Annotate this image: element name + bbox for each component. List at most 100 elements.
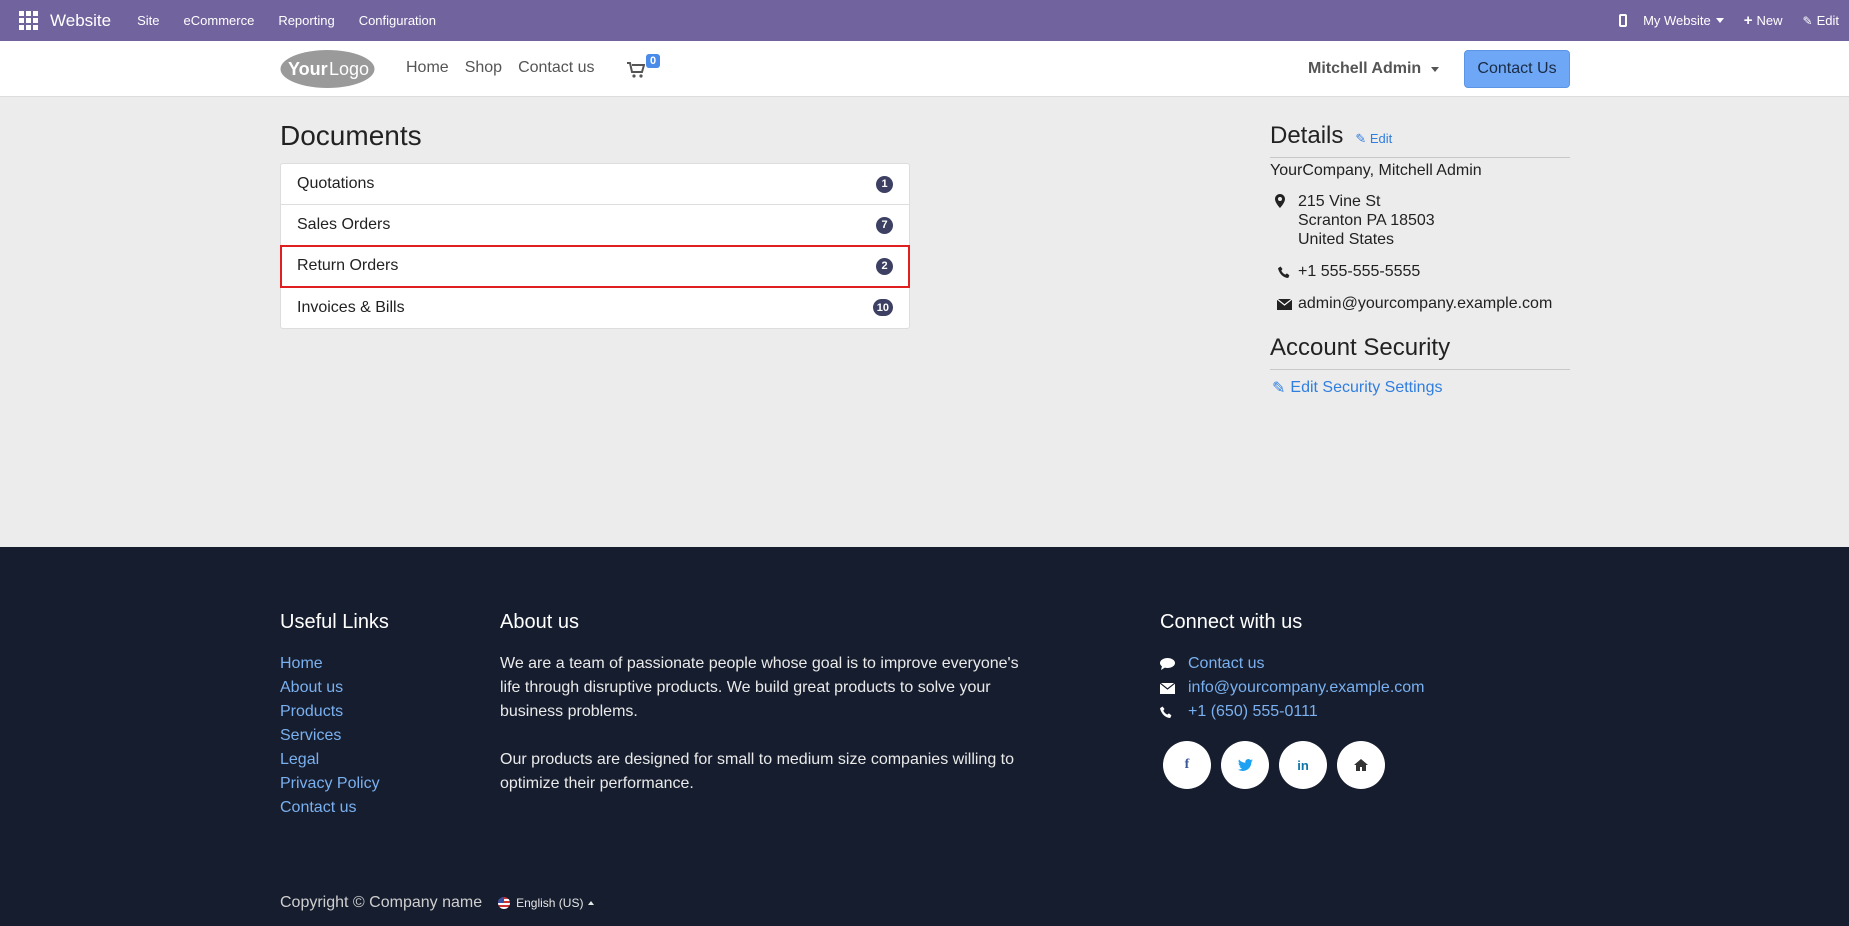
email-value: admin@yourcompany.example.com	[1298, 295, 1553, 312]
about-us-text: We are a team of passionate people whose…	[500, 652, 1030, 820]
mobile-preview-button[interactable]	[1619, 14, 1639, 27]
doc-item-invoices-bills[interactable]: Invoices & Bills 10	[281, 287, 909, 328]
footer-link-contact[interactable]: Contact us	[280, 796, 380, 820]
new-label: New	[1756, 13, 1783, 28]
about-paragraph: We are a team of passionate people whose…	[500, 655, 1019, 720]
details-heading: Details	[1270, 122, 1344, 149]
details-address: 215 Vine St Scranton PA 18503 United Sta…	[1298, 192, 1435, 249]
site-footer: Useful Links Home About us Products Serv…	[0, 547, 1849, 926]
useful-links-list: Home About us Products Services Legal Pr…	[280, 652, 380, 820]
cart-count-badge: 0	[646, 54, 661, 68]
user-menu[interactable]: Mitchell Admin	[1308, 60, 1440, 78]
phone-icon	[1160, 706, 1188, 719]
footer-link-about[interactable]: About us	[280, 676, 380, 700]
doc-item-sales-orders[interactable]: Sales Orders 7	[281, 205, 909, 246]
us-flag-icon	[498, 897, 511, 909]
details-edit-label: Edit	[1369, 131, 1393, 146]
website-selector[interactable]: My Website	[1643, 13, 1724, 28]
chevron-up-icon	[588, 901, 595, 905]
language-label: English (US)	[516, 896, 584, 910]
linkedin-button[interactable]: in	[1279, 741, 1327, 789]
twitter-button[interactable]	[1221, 741, 1269, 789]
connect-email-link[interactable]: info@yourcompany.example.com	[1160, 676, 1425, 700]
footer-link-privacy[interactable]: Privacy Policy	[280, 772, 380, 796]
admin-bar: Website Site eCommerce Reporting Configu…	[0, 0, 1849, 41]
details-title: Details ✎ Edit	[1270, 122, 1392, 150]
connect-contact-label: Contact us	[1188, 655, 1265, 672]
details-email: admin@yourcompany.example.com	[1270, 295, 1552, 313]
doc-item-label: Invoices & Bills	[297, 298, 405, 316]
details-divider	[1270, 157, 1570, 158]
doc-count-badge: 2	[876, 257, 893, 275]
menu-configuration[interactable]: Configuration	[359, 13, 436, 28]
new-button[interactable]: + New	[1744, 12, 1783, 29]
doc-count-badge: 7	[876, 216, 893, 234]
envelope-icon	[1270, 298, 1298, 310]
linkedin-icon: in	[1297, 757, 1309, 773]
useful-links-title: Useful Links	[280, 611, 389, 633]
home-button[interactable]	[1337, 741, 1385, 789]
comment-icon	[1160, 658, 1188, 670]
footer-link-home[interactable]: Home	[280, 652, 380, 676]
plus-icon: +	[1743, 12, 1753, 29]
connect-contact-link[interactable]: Contact us	[1160, 652, 1425, 676]
copyright-text: Copyright © Company name	[280, 894, 483, 911]
twitter-icon	[1237, 759, 1253, 771]
doc-item-quotations[interactable]: Quotations 1	[281, 164, 909, 205]
facebook-button[interactable]: f	[1163, 741, 1211, 789]
facebook-icon: f	[1184, 757, 1190, 772]
connect-phone-label: +1 (650) 555-0111	[1188, 703, 1318, 720]
language-selector[interactable]: English (US)	[498, 896, 595, 910]
edit-label: Edit	[1816, 13, 1839, 28]
chevron-down-icon	[1431, 66, 1440, 72]
pencil-icon: ✎	[1802, 13, 1813, 28]
about-paragraph: Our products are designed for small to m…	[500, 751, 1015, 792]
nav-home[interactable]: Home	[406, 59, 449, 77]
footer-link-products[interactable]: Products	[280, 700, 380, 724]
app-brand[interactable]: Website	[50, 11, 111, 31]
mobile-icon	[1619, 14, 1628, 27]
home-icon	[1354, 759, 1368, 771]
connect-phone-link[interactable]: +1 (650) 555-0111	[1160, 700, 1425, 724]
details-name: YourCompany, Mitchell Admin	[1270, 162, 1482, 179]
menu-reporting[interactable]: Reporting	[278, 13, 334, 28]
map-marker-icon	[1275, 194, 1285, 208]
menu-site[interactable]: Site	[137, 13, 159, 28]
doc-item-label: Return Orders	[297, 257, 399, 274]
phone-icon	[1270, 266, 1298, 279]
footer-link-services[interactable]: Services	[280, 724, 380, 748]
account-security-title: Account Security	[1270, 334, 1451, 361]
apps-menu-icon[interactable]	[16, 9, 40, 33]
phone-value: +1 555-555-5555	[1298, 263, 1421, 280]
main-nav: Home Shop Contact us	[406, 59, 611, 77]
copyright-bar: Copyright © Company name English (US)	[280, 894, 595, 912]
edit-security-settings-link[interactable]: ✎ Edit Security Settings	[1272, 378, 1442, 398]
nav-shop[interactable]: Shop	[465, 59, 502, 77]
edit-button[interactable]: ✎ Edit	[1803, 13, 1839, 28]
details-edit-link[interactable]: ✎ Edit	[1355, 131, 1392, 147]
doc-count-badge: 10	[872, 299, 893, 316]
menu-ecommerce[interactable]: eCommerce	[184, 13, 255, 28]
doc-item-return-orders[interactable]: Return Orders 2	[280, 245, 910, 288]
website-selector-label: My Website	[1643, 13, 1711, 28]
doc-item-label: Quotations	[297, 175, 375, 192]
address-line: United States	[1298, 231, 1395, 248]
connect-title: Connect with us	[1160, 611, 1303, 633]
address-line: Scranton PA 18503	[1298, 212, 1435, 229]
contact-us-button[interactable]: Contact Us	[1464, 50, 1570, 88]
connect-list: Contact us info@yourcompany.example.com …	[1160, 652, 1425, 724]
documents-list: Quotations 1 Sales Orders 7 Return Order…	[280, 163, 910, 329]
edit-security-label: Edit Security Settings	[1290, 379, 1443, 396]
svg-text:Logo: Logo	[329, 59, 369, 79]
documents-title: Documents	[280, 120, 422, 151]
doc-item-label: Sales Orders	[297, 216, 391, 233]
envelope-icon	[1160, 682, 1188, 694]
company-logo[interactable]: Your Logo	[280, 49, 375, 89]
doc-count-badge: 1	[876, 175, 893, 193]
svg-text:Your: Your	[288, 59, 328, 79]
pencil-icon: ✎	[1272, 380, 1286, 397]
footer-link-legal[interactable]: Legal	[280, 748, 380, 772]
nav-contact-us[interactable]: Contact us	[518, 59, 594, 77]
cart-button[interactable]: 0	[627, 54, 667, 81]
site-header: Your Logo Home Shop Contact us 0 Mitchel…	[0, 41, 1849, 97]
